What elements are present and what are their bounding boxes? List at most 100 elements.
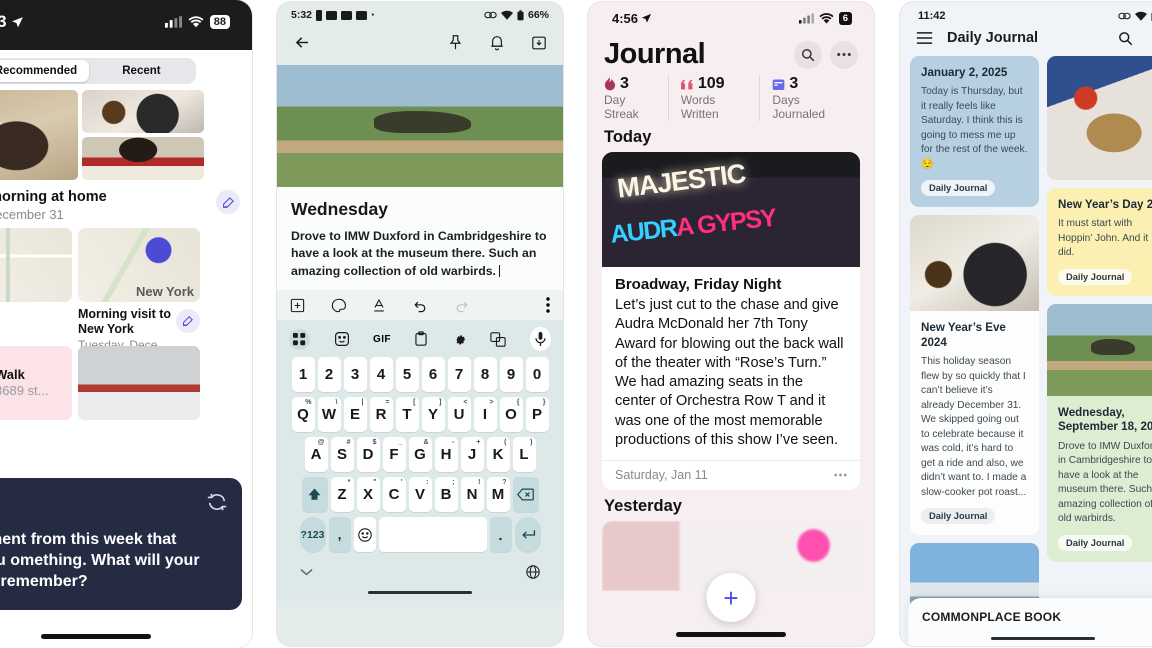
search-icon[interactable] [1118, 31, 1133, 46]
translate-icon[interactable] [490, 332, 507, 347]
chevron-down-icon[interactable] [300, 568, 313, 576]
key-o[interactable]: O{ [499, 397, 523, 433]
note-title[interactable]: Wednesday [291, 199, 549, 220]
key-z[interactable]: Z * [330, 477, 354, 513]
note-card-hoppin-photo[interactable] [1047, 56, 1152, 180]
key-u[interactable]: U < [447, 397, 471, 433]
key-d[interactable]: D $ [356, 437, 380, 473]
more-ellipsis-icon[interactable] [830, 40, 858, 69]
palette-icon[interactable] [331, 298, 346, 313]
period-key[interactable]: . [489, 517, 512, 553]
note-card-new-years-eve[interactable]: New Year’s Eve 2024 This holiday season … [910, 215, 1039, 536]
key-w[interactable]: W \ [317, 397, 341, 433]
key-9[interactable]: 9 [499, 357, 523, 393]
walk-activity-card[interactable]: Walk 3689 st... [0, 346, 72, 420]
new-entry-fab[interactable]: + [706, 573, 756, 622]
comma-key[interactable]: , [328, 517, 351, 553]
archive-icon[interactable] [531, 35, 547, 51]
key-m[interactable]: M? [486, 477, 510, 513]
more-ellipsis-icon[interactable] [834, 473, 847, 477]
card-afternoon-walk[interactable]: ernoon Walk, ayette St, N... urday [0, 228, 72, 352]
refresh-icon[interactable] [206, 491, 228, 513]
key-2[interactable]: 2 [317, 357, 341, 393]
note-hero-image[interactable] [277, 65, 563, 187]
photo-snowy-street[interactable] [78, 346, 200, 420]
tab-recommended[interactable]: Recommended [0, 60, 89, 82]
note-card-wednesday-duxford[interactable]: Wednesday, September 18, 202 Drove to IM… [1047, 303, 1152, 562]
pin-icon[interactable] [448, 34, 463, 51]
note-editor[interactable]: Wednesday Drove to IMW Duxford in Cambri… [277, 187, 563, 291]
note-body[interactable]: Drove to IMW Duxford in Cambridgeshire t… [291, 228, 549, 280]
search-icon[interactable] [794, 40, 822, 69]
text-format-icon[interactable] [372, 298, 386, 313]
compose-pencil-icon[interactable] [216, 190, 240, 214]
key-4[interactable]: 4 [369, 357, 393, 393]
key-7[interactable]: 7 [447, 357, 471, 393]
settings-icon[interactable] [452, 332, 467, 347]
enter-key[interactable] [514, 517, 541, 553]
mic-icon[interactable] [529, 327, 551, 352]
note-card-january-2[interactable]: January 2, 2025 Today is Thursday, but i… [910, 56, 1039, 208]
undo-icon[interactable] [412, 298, 428, 313]
map-thumb-walk[interactable] [0, 228, 72, 303]
key-6[interactable]: 6 [421, 357, 445, 393]
key-1[interactable]: 1 [291, 357, 315, 393]
hamburger-menu-icon[interactable] [916, 31, 933, 45]
photo-bunny[interactable] [0, 90, 78, 180]
key-n[interactable]: N! [460, 477, 484, 513]
key-g[interactable]: G & [408, 437, 432, 473]
suggested-entry-home[interactable]: sday morning at home sday, December 31 [0, 180, 252, 226]
entry-photo-majestic-theater[interactable] [602, 152, 860, 267]
sticker-icon[interactable] [334, 331, 350, 347]
reminder-bell-icon[interactable] [489, 34, 505, 51]
tab-recent[interactable]: Recent [89, 60, 195, 82]
key-k[interactable]: K( [486, 437, 510, 473]
key-h[interactable]: H- [434, 437, 458, 473]
key-y[interactable]: Y] [421, 397, 445, 433]
commonplace-book-sheet[interactable]: COMMONPLACE BOOK [908, 598, 1152, 646]
map-thumb-newyork[interactable]: New York [78, 228, 200, 303]
card-morning-visit[interactable]: New York Morning visit to New York Tuesd… [78, 228, 200, 352]
key-c[interactable]: C ' [382, 477, 406, 513]
key-8[interactable]: 8 [473, 357, 497, 393]
grid-icon[interactable] [289, 328, 310, 350]
segmented-control[interactable]: Recommended Recent [0, 58, 197, 84]
key-0[interactable]: 0 [525, 357, 549, 393]
symbols-key[interactable]: ?123 [299, 517, 326, 553]
key-b[interactable]: B; [434, 477, 458, 513]
gif-button[interactable]: GIF [373, 334, 391, 345]
globe-icon[interactable] [526, 565, 540, 580]
key-v[interactable]: V: [408, 477, 432, 513]
key-r[interactable]: R = [369, 397, 393, 433]
photo-food[interactable] [82, 90, 204, 133]
photo-collage[interactable] [0, 90, 252, 180]
back-arrow-icon[interactable] [293, 33, 312, 52]
key-i[interactable]: I > [473, 397, 497, 433]
space-key[interactable] [378, 517, 487, 553]
key-a[interactable]: A @ [304, 437, 328, 473]
emoji-key[interactable] [353, 517, 376, 553]
key-t[interactable]: T[ [395, 397, 419, 433]
overflow-menu-icon[interactable] [546, 297, 550, 314]
note-card-new-years-day[interactable]: New Year’s Day 20 It must start with Hop… [1047, 188, 1152, 296]
add-box-icon[interactable] [290, 298, 305, 313]
shift-key[interactable] [301, 477, 328, 513]
key-3[interactable]: 3 [343, 357, 367, 393]
key-5[interactable]: 5 [395, 357, 419, 393]
key-l[interactable]: L) [512, 437, 536, 473]
android-keyboard[interactable]: 1234567890 Q% W \ E | R = T[Y] U < I > O{P} A @ S # D $ F _… [277, 355, 563, 602]
backspace-key[interactable] [512, 477, 539, 513]
photo-bunny-book[interactable] [82, 137, 204, 180]
reflection-card[interactable]: EFLECTION ick a moment from this week th… [0, 477, 242, 610]
key-p[interactable]: P} [525, 397, 549, 433]
key-q[interactable]: Q% [291, 397, 315, 433]
journal-entry-card[interactable]: Broadway, Friday Night Let’s just cut to… [602, 152, 860, 490]
note-format-toolbar [277, 290, 563, 321]
key-x[interactable]: X " [356, 477, 380, 513]
key-f[interactable]: F _ [382, 437, 406, 473]
key-j[interactable]: J + [460, 437, 484, 473]
key-s[interactable]: S # [330, 437, 354, 473]
key-e[interactable]: E | [343, 397, 367, 433]
compose-pencil-icon[interactable] [176, 309, 200, 334]
clipboard-icon[interactable] [414, 331, 428, 347]
